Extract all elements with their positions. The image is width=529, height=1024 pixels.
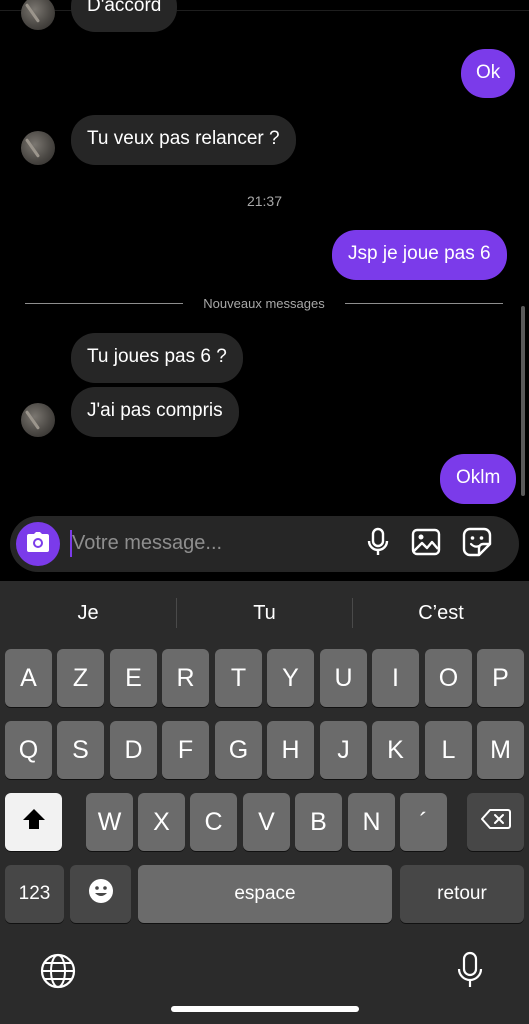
key-q[interactable]: Q (5, 721, 52, 779)
divider-line-right (345, 303, 503, 304)
key-r[interactable]: R (162, 649, 209, 707)
camera-button[interactable] (16, 522, 60, 566)
return-key[interactable]: retour (400, 865, 524, 923)
sticker-icon (462, 527, 492, 562)
dictation-button[interactable] (452, 951, 488, 993)
outgoing-message[interactable]: Oklm (440, 454, 517, 504)
key-a[interactable]: A (5, 649, 52, 707)
incoming-message[interactable]: Tu veux pas relancer ? (71, 115, 296, 165)
key-x[interactable]: X (138, 793, 185, 851)
suggestion-3[interactable]: C’est (353, 602, 529, 625)
camera-icon (26, 531, 50, 558)
contact-avatar[interactable] (21, 403, 55, 437)
key-b[interactable]: B (295, 793, 342, 851)
key-p[interactable]: P (477, 649, 524, 707)
incoming-message[interactable]: Tu joues pas 6 ? (71, 333, 243, 383)
key-j[interactable]: J (320, 721, 367, 779)
numbers-key[interactable]: 123 (5, 865, 64, 923)
language-switch-button[interactable] (38, 953, 78, 993)
message-input[interactable]: Votre message... (72, 532, 222, 555)
key-s[interactable]: S (57, 721, 104, 779)
outgoing-message[interactable]: Ok (461, 49, 516, 98)
key-v[interactable]: V (243, 793, 290, 851)
emoji-icon (87, 877, 115, 912)
key-h[interactable]: H (267, 721, 314, 779)
key-w[interactable]: W (86, 793, 133, 851)
key-o[interactable]: O (425, 649, 472, 707)
key-k[interactable]: K (372, 721, 419, 779)
key-g[interactable]: G (215, 721, 262, 779)
key-z[interactable]: Z (57, 649, 104, 707)
key-n[interactable]: N (348, 793, 395, 851)
microphone-button[interactable] (362, 527, 394, 562)
sticker-button[interactable] (461, 527, 493, 562)
emoji-key[interactable] (70, 865, 131, 923)
incoming-message[interactable]: J'ai pas compris (71, 387, 239, 437)
key-t[interactable]: T (215, 649, 262, 707)
key-u[interactable]: U (320, 649, 367, 707)
image-gallery-icon (411, 528, 441, 561)
key-m[interactable]: M (477, 721, 524, 779)
outgoing-message[interactable]: Jsp je joue pas 6 (332, 230, 507, 280)
contact-avatar[interactable] (21, 0, 55, 30)
incoming-message[interactable]: D'accord (71, 0, 178, 32)
suggestion-1[interactable]: Je (0, 602, 176, 625)
gallery-button[interactable] (410, 528, 442, 560)
keyboard: Je Tu C’est A Z E R T Y U I O P Q S D F … (0, 581, 529, 1024)
dictation-microphone-icon (457, 951, 483, 994)
home-indicator[interactable] (171, 1006, 359, 1012)
key-acute-accent[interactable]: ´ (400, 793, 447, 851)
key-e[interactable]: E (110, 649, 157, 707)
shift-key[interactable] (5, 793, 62, 851)
key-l[interactable]: L (425, 721, 472, 779)
globe-icon (40, 953, 76, 994)
backspace-key[interactable] (467, 793, 524, 851)
key-c[interactable]: C (190, 793, 237, 851)
chat-scrollbar[interactable] (521, 306, 525, 496)
space-key[interactable]: espace (138, 865, 392, 923)
new-messages-divider: Nouveaux messages (25, 296, 503, 312)
key-y[interactable]: Y (267, 649, 314, 707)
chat-thread[interactable]: D'accord Ok Tu veux pas relancer ? 21:37… (0, 0, 529, 580)
suggestion-2[interactable]: Tu (177, 602, 352, 625)
backspace-icon (480, 808, 511, 837)
message-composer: Votre message... (10, 516, 519, 572)
key-d[interactable]: D (110, 721, 157, 779)
key-f[interactable]: F (162, 721, 209, 779)
contact-avatar[interactable] (21, 131, 55, 165)
predictive-bar: Je Tu C’est (0, 581, 529, 643)
microphone-icon (367, 527, 389, 562)
message-timestamp: 21:37 (246, 193, 283, 209)
key-i[interactable]: I (372, 649, 419, 707)
shift-icon (21, 807, 47, 838)
